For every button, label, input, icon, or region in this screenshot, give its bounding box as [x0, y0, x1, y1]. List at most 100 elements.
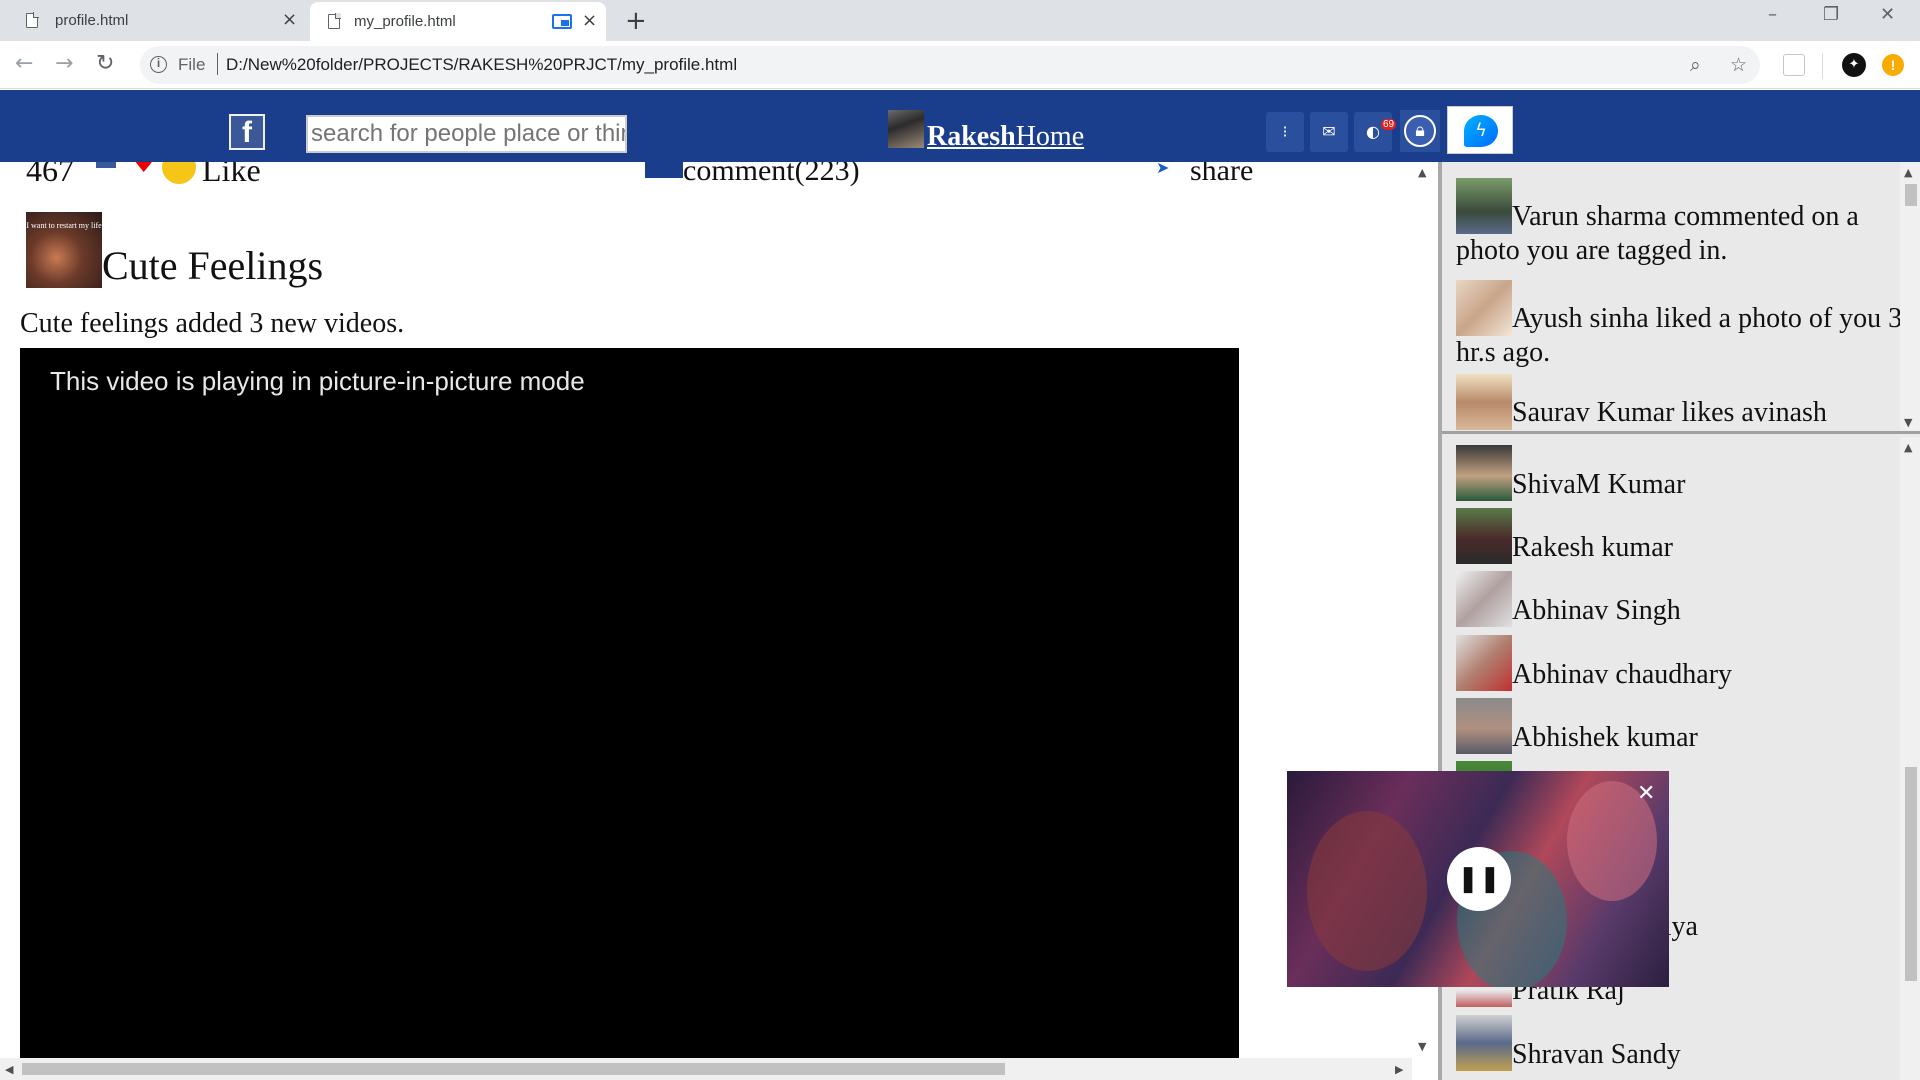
lock-button[interactable]: 🔒︎	[1400, 110, 1440, 152]
friend-item[interactable]: Shravan Sandy	[1456, 1015, 1681, 1071]
profile-avatar[interactable]: ✦	[1842, 53, 1866, 77]
heart-icon[interactable]: ♥	[133, 162, 155, 178]
notification-text: Saurav Kumar likes avinash	[1512, 397, 1827, 428]
extension-icon[interactable]	[1783, 54, 1805, 76]
friend-name: Shravan Sandy	[1512, 1039, 1681, 1070]
new-tab-button[interactable]: +	[625, 6, 647, 36]
friend-name: ShivaM Kumar	[1512, 469, 1686, 500]
scroll-left-icon[interactable]: ◀	[5, 1063, 13, 1076]
friend-requests-icon[interactable]: ⁝	[1266, 112, 1304, 152]
tab-my-profile[interactable]: my_profile.html ×	[310, 2, 606, 41]
scroll-down-icon[interactable]: ▼	[1418, 1040, 1426, 1053]
avatar	[1456, 445, 1512, 501]
info-icon[interactable]: i	[150, 56, 167, 73]
friend-item[interactable]: ShivaM Kumar	[1456, 445, 1685, 501]
close-icon[interactable]: ✕	[1637, 781, 1655, 806]
alert-icon[interactable]: !	[1882, 54, 1904, 76]
friend-name: Abhishek kumar	[1512, 722, 1698, 753]
close-icon[interactable]: ×	[582, 10, 597, 31]
post-description: Cute feelings added 3 new videos.	[20, 308, 405, 339]
pip-message: This video is playing in picture-in-pict…	[50, 366, 585, 396]
minimize-icon[interactable]: –	[1768, 4, 1777, 25]
brand-avatar	[888, 110, 924, 148]
search-input[interactable]: search for people place or things	[306, 115, 627, 153]
scroll-right-icon[interactable]: ▶	[1395, 1063, 1403, 1076]
site-header: f search for people place or things Rake…	[0, 90, 1920, 162]
share-button[interactable]: share	[1190, 162, 1253, 188]
lock-icon: 🔒︎	[1404, 115, 1436, 147]
avatar	[1456, 635, 1512, 691]
friend-item[interactable]: Abhishek kumar	[1456, 698, 1698, 754]
scrollbar-thumb[interactable]	[1905, 184, 1917, 206]
notification-text: Ayush sinha liked a photo of you 3 hr.s …	[1456, 303, 1903, 368]
horizontal-scrollbar[interactable]: ◀ ▶	[0, 1058, 1412, 1080]
messenger-icon: ϟ	[1464, 115, 1498, 147]
messenger-button[interactable]: ϟ	[1447, 106, 1513, 154]
notifications-globe-icon[interactable]: ◐	[1354, 112, 1392, 152]
emoji-icon[interactable]	[162, 162, 196, 184]
notification-badge: 69	[1381, 119, 1397, 130]
like-button[interactable]: Like	[202, 162, 261, 189]
avatar	[1456, 1015, 1512, 1071]
scroll-up-icon[interactable]: ▲	[1904, 441, 1912, 454]
divider	[1822, 53, 1823, 79]
friend-item[interactable]: Abhinav Singh	[1456, 571, 1681, 627]
scroll-up-icon[interactable]: ▲	[1904, 166, 1912, 179]
scroll-up-icon[interactable]: ▲	[1418, 166, 1426, 179]
notification-item[interactable]: Varun sharma commented on a photo you ar…	[1442, 162, 1920, 268]
like-thumb-icon[interactable]	[96, 162, 116, 168]
restore-icon[interactable]: ❐	[1823, 4, 1839, 25]
forward-button[interactable]: →	[55, 51, 73, 76]
notification-text: Varun sharma commented on a photo you ar…	[1456, 201, 1859, 266]
notifications-scrollbar[interactable]: ▲ ▼	[1900, 162, 1920, 431]
brand-home-link[interactable]: RakeshHome	[927, 121, 1084, 153]
tab-profile[interactable]: profile.html ×	[0, 0, 308, 41]
avatar	[1456, 571, 1512, 627]
friend-item[interactable]: Abhinav chaudhary	[1456, 635, 1732, 691]
back-button[interactable]: ←	[15, 51, 33, 76]
comment-icon[interactable]	[645, 162, 683, 178]
scroll-down-icon[interactable]: ▼	[1904, 416, 1912, 429]
close-window-icon[interactable]: ✕	[1880, 4, 1895, 25]
reload-button[interactable]: ↻	[96, 51, 114, 76]
avatar	[1456, 374, 1512, 430]
zoom-icon[interactable]: ⌕	[1690, 54, 1701, 76]
like-count: 467	[26, 162, 74, 188]
share-icon[interactable]: ➤	[1156, 162, 1169, 177]
messages-icon[interactable]: ✉	[1310, 112, 1348, 152]
scrollbar-thumb[interactable]	[22, 1063, 1005, 1075]
friends-scrollbar[interactable]: ▲	[1900, 437, 1920, 1080]
friend-name: Abhinav Singh	[1512, 595, 1681, 626]
file-icon	[26, 12, 39, 28]
url-text[interactable]: D:/New%20folder/PROJECTS/RAKESH%20PRJCT/…	[226, 55, 737, 75]
file-icon	[328, 13, 341, 29]
comment-button[interactable]: comment(223)	[683, 162, 860, 188]
avatar	[1456, 698, 1512, 754]
tab-title: profile.html	[55, 12, 129, 29]
facebook-logo-icon[interactable]: f	[229, 114, 265, 150]
page-avatar[interactable]: I want to restart my life	[26, 212, 102, 288]
avatar	[1456, 508, 1512, 564]
friend-name: Abhinav chaudhary	[1512, 659, 1733, 690]
close-icon[interactable]: ×	[282, 9, 297, 30]
main-feed: 467 ♥ Like comment(223) ➤ share I want t…	[0, 162, 1438, 1076]
picture-in-picture-icon[interactable]	[552, 14, 572, 29]
post-stats: 467 ♥ Like comment(223) ➤ share	[26, 162, 1266, 192]
browser-tab-strip: profile.html × my_profile.html × + – ❐ ✕	[0, 0, 1920, 41]
video-player[interactable]: This video is playing in picture-in-pict…	[20, 348, 1239, 1058]
scheme-label: File	[178, 55, 206, 74]
notifications-panel: Varun sharma commented on a photo you ar…	[1442, 162, 1920, 434]
browser-toolbar: ← → ↻ i File D:/New%20folder/PROJECTS/RA…	[0, 41, 1920, 89]
notification-item[interactable]: Ayush sinha liked a photo of you 3 hr.s …	[1442, 268, 1920, 370]
scrollbar-thumb[interactable]	[1905, 767, 1917, 981]
friend-item[interactable]: Rakesh kumar	[1456, 508, 1673, 564]
avatar	[1456, 280, 1512, 336]
picture-in-picture-window[interactable]: ✕ ❚❚	[1287, 771, 1669, 987]
avatar	[1456, 178, 1512, 234]
page-name[interactable]: Cute Feelings	[102, 242, 323, 289]
star-icon[interactable]: ☆	[1730, 54, 1747, 76]
video-frame-shape	[1307, 811, 1427, 971]
address-bar[interactable]: i File D:/New%20folder/PROJECTS/RAKESH%2…	[140, 46, 1760, 84]
notification-item[interactable]: Saurav Kumar likes avinash	[1442, 370, 1920, 430]
pause-button[interactable]: ❚❚	[1447, 847, 1511, 911]
